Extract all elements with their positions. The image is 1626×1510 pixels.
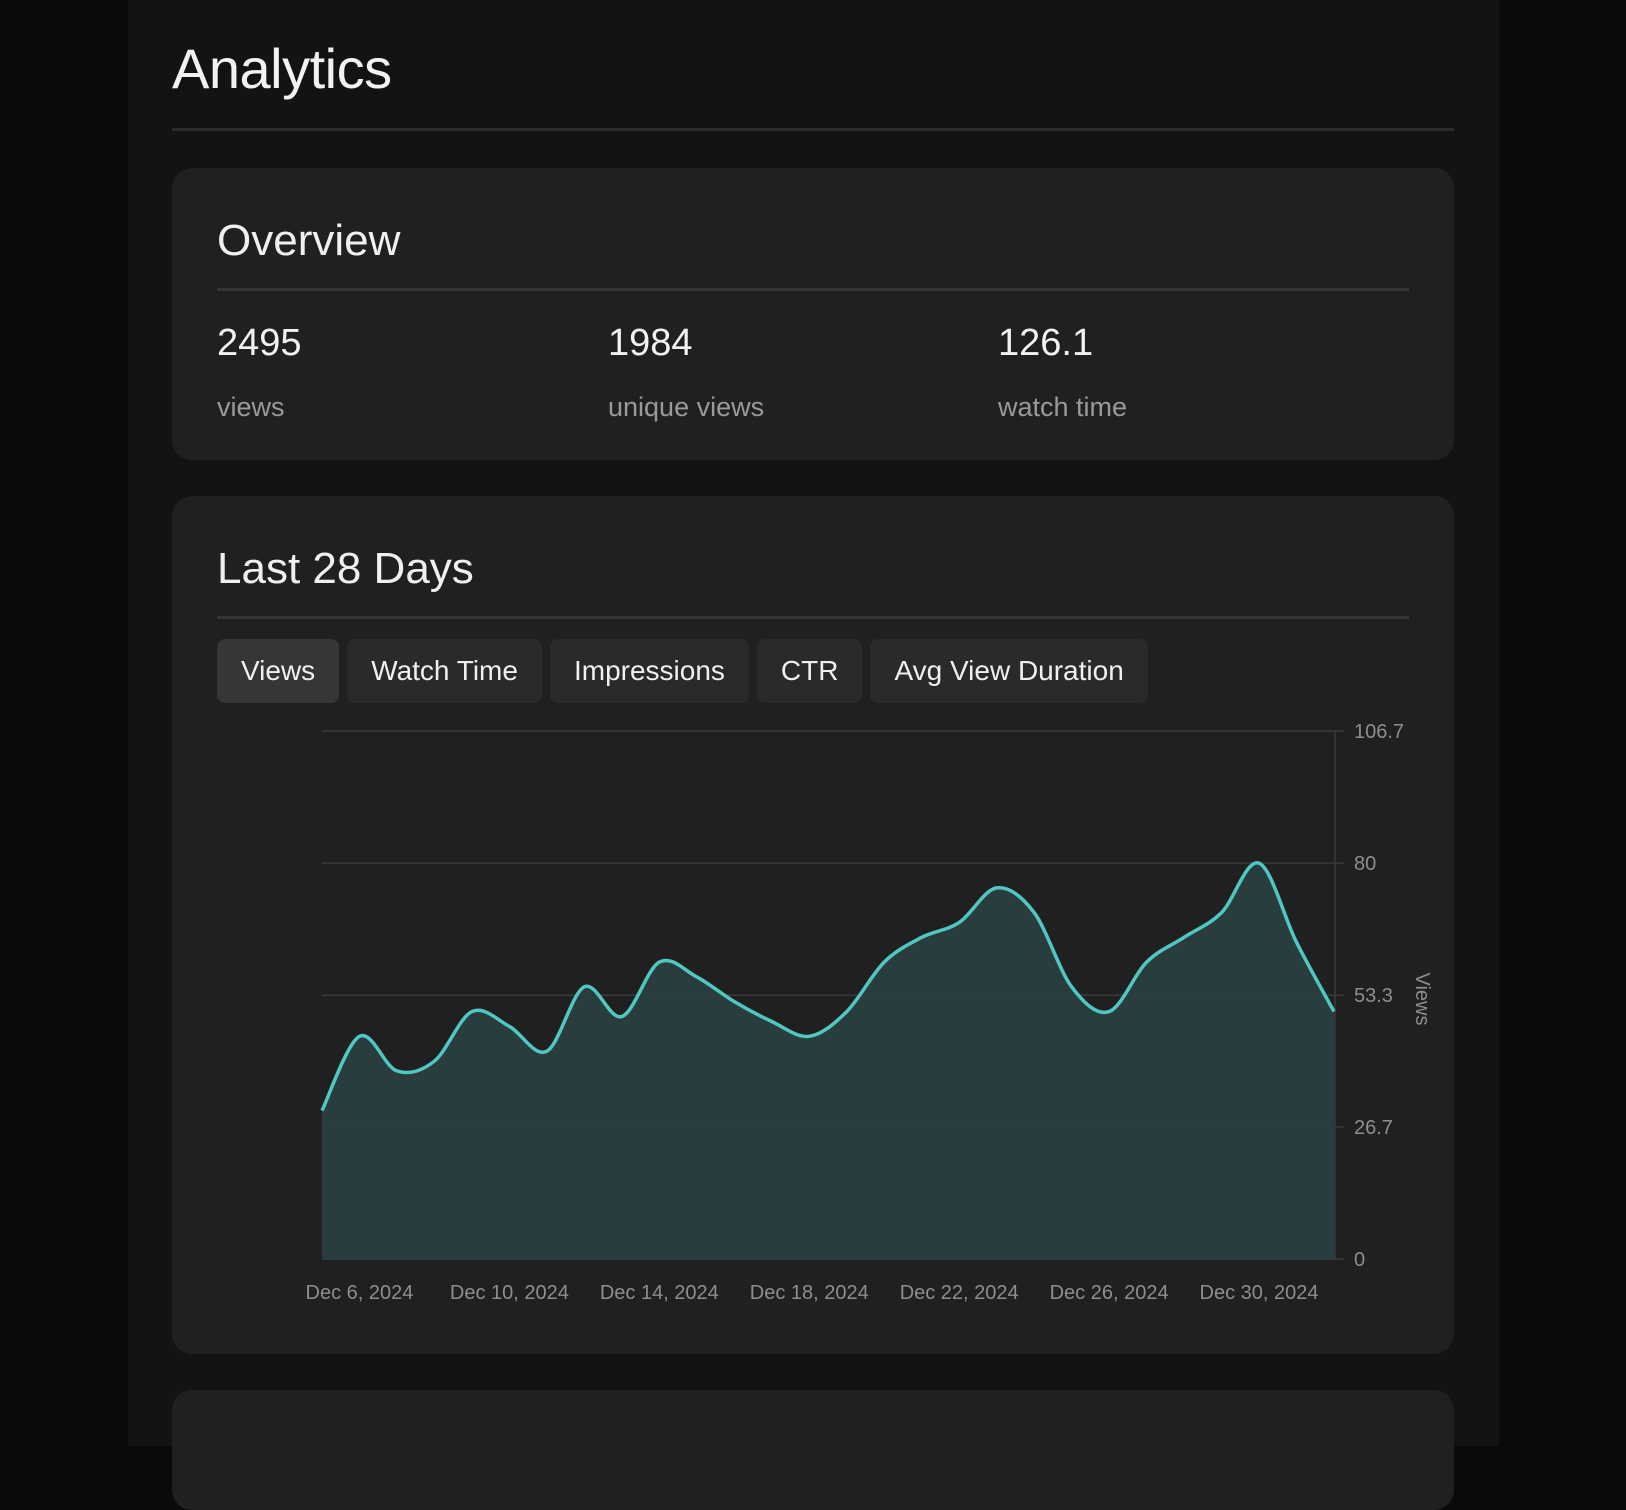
y-tick-label: 26.7 [1354, 1117, 1393, 1139]
stat-value: 2495 [217, 322, 302, 364]
data-point [957, 921, 961, 925]
title-divider [172, 128, 1454, 131]
x-tick-label: Dec 10, 2024 [450, 1282, 569, 1304]
stat-value: 1984 [608, 322, 693, 364]
stat-views: 2495 views [217, 312, 302, 423]
data-point [807, 1034, 811, 1038]
data-point [695, 975, 699, 979]
data-point [620, 1015, 624, 1019]
analytics-page: Analytics Overview 2495 views 1984 uniqu… [128, 0, 1499, 1510]
page-title: Analytics [172, 37, 392, 100]
overview-divider [217, 288, 1409, 291]
y-tick-label: 53.3 [1354, 985, 1393, 1007]
data-point [770, 1019, 774, 1023]
stat-value: 126.1 [998, 322, 1094, 364]
x-tick-label: Dec 6, 2024 [306, 1282, 414, 1304]
x-tick-label: Dec 30, 2024 [1200, 1282, 1319, 1304]
chart-card: Last 28 Days Views Watch Time Impression… [172, 496, 1454, 1354]
data-point [320, 1109, 324, 1113]
stat-unique-views: 1984 unique views [608, 312, 764, 423]
data-point [1107, 1010, 1111, 1014]
stat-label: unique views [608, 392, 765, 422]
overview-title: Overview [217, 216, 401, 265]
data-point [995, 886, 999, 890]
x-tick-label: Dec 14, 2024 [600, 1282, 719, 1304]
x-tick-label: Dec 22, 2024 [900, 1282, 1019, 1304]
data-point [1295, 940, 1299, 944]
data-point [357, 1034, 361, 1038]
x-tick-label: Dec 26, 2024 [1050, 1282, 1169, 1304]
data-point [582, 985, 586, 989]
y-tick-label: 106.7 [1354, 721, 1404, 743]
data-point [657, 960, 661, 964]
data-point [507, 1024, 511, 1028]
data-point [432, 1059, 436, 1063]
y-tick-label: 80 [1354, 853, 1376, 875]
views-area [322, 862, 1334, 1259]
overview-card: Overview 2495 views 1984 unique views 12… [172, 168, 1454, 460]
stat-watch-time: 126.1 watch time [998, 312, 1127, 423]
data-point [845, 1010, 849, 1014]
y-axis-title: Views [1411, 973, 1433, 1026]
data-point [395, 1069, 399, 1073]
data-point [1220, 911, 1224, 915]
next-card [172, 1390, 1454, 1510]
data-point [1145, 960, 1149, 964]
stat-label: views [217, 392, 285, 422]
data-point [1032, 911, 1036, 915]
data-point [1332, 1010, 1336, 1014]
data-point [1257, 861, 1261, 865]
y-tick-label: 0 [1354, 1249, 1365, 1271]
data-point [545, 1049, 549, 1053]
data-point [1070, 985, 1074, 989]
data-point [732, 1000, 736, 1004]
data-point [920, 935, 924, 939]
x-tick-label: Dec 18, 2024 [750, 1282, 869, 1304]
stat-label: watch time [998, 392, 1128, 422]
data-point [882, 960, 886, 964]
data-point [470, 1010, 474, 1014]
data-point [1182, 935, 1186, 939]
views-chart: 0 26.7 53.3 80 106.7 Views Dec 6, 2024 Dec 10, … [306, 721, 1433, 1304]
